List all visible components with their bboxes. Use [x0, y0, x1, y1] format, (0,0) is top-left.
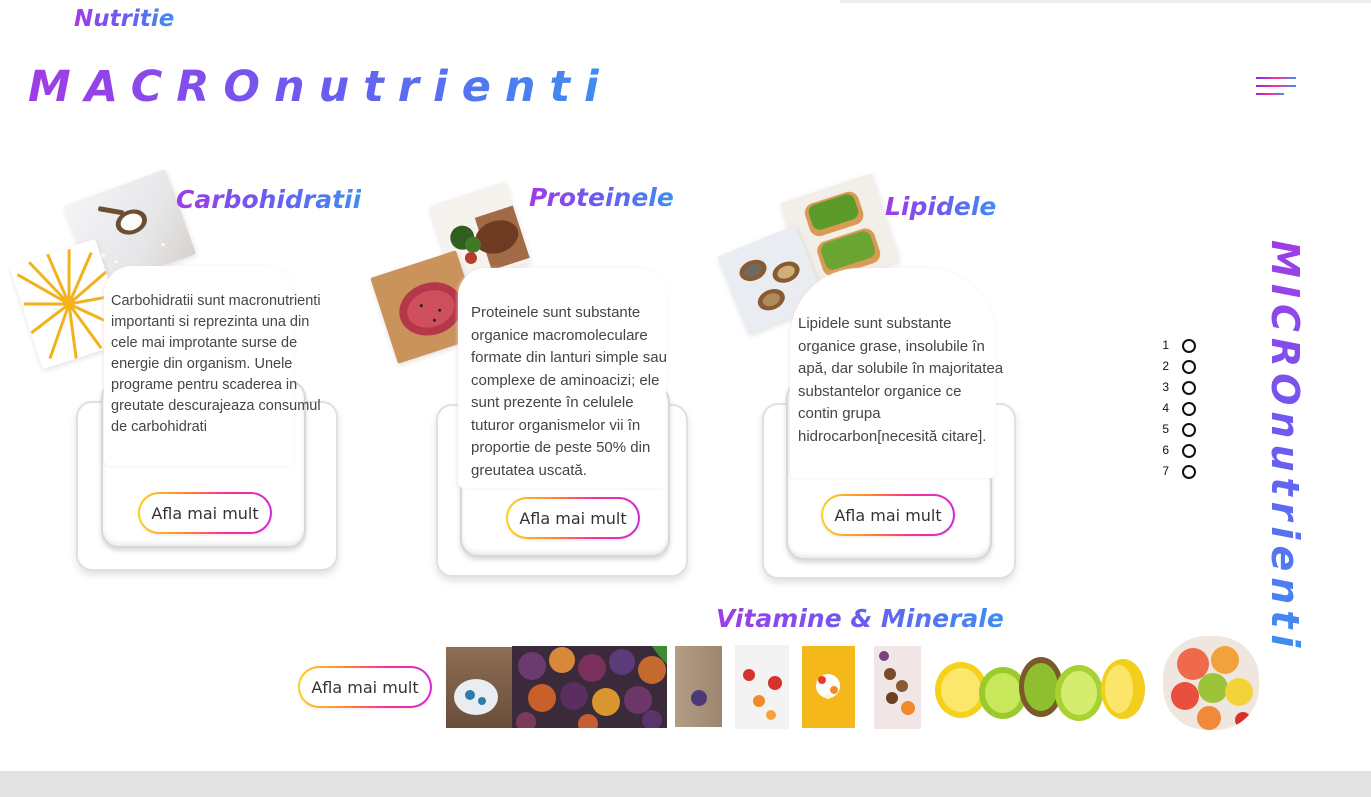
pager-item[interactable]: 1 — [1155, 336, 1205, 357]
top-divider — [840, 0, 1371, 3]
plums-image — [512, 646, 667, 728]
pager-dot-icon[interactable] — [1182, 360, 1196, 374]
cloth-plums-image — [446, 647, 512, 728]
brand-logo[interactable]: Nutritie — [74, 6, 174, 32]
card-description: Proteinele sunt substante organice macro… — [471, 304, 667, 479]
pager-dot-icon[interactable] — [1182, 381, 1196, 395]
pills-image — [802, 646, 855, 728]
pager-dot-icon[interactable] — [1182, 339, 1196, 353]
citrus-slices-image — [1163, 636, 1259, 730]
nuts-fruit-image — [874, 646, 921, 729]
pager-number: 5 — [1162, 422, 1169, 436]
micronutrienti-title: MICROnutrienti — [1263, 240, 1307, 654]
footer-bar — [0, 771, 1371, 797]
pager-item[interactable]: 4 — [1155, 399, 1205, 420]
card-title: Proteinele — [529, 183, 674, 212]
vertical-section-title: MICROnutrienti — [1263, 240, 1307, 654]
learn-more-button[interactable]: Afla mai mult — [138, 492, 272, 534]
pager-number: 4 — [1162, 401, 1169, 415]
learn-more-button[interactable]: Afla mai mult — [821, 494, 955, 536]
card-title: Lipidele — [885, 192, 997, 221]
pager-number: 3 — [1162, 380, 1169, 394]
pager-dot-icon[interactable] — [1182, 465, 1196, 479]
pager-number: 7 — [1162, 464, 1169, 478]
strawberries-image — [735, 645, 789, 729]
page: Nutritie MACROnutrienti Carbohidratii Ca… — [0, 0, 1371, 797]
card-description: Carbohidratii sunt macronutrienti import… — [111, 293, 321, 435]
pager-item[interactable]: 7 — [1155, 462, 1205, 483]
vitamins-learn-more-button[interactable]: Afla mai mult — [298, 666, 432, 708]
hamburger-menu-icon[interactable] — [1256, 77, 1298, 101]
card-title: Carbohidratii — [176, 185, 362, 214]
pager-item[interactable]: 6 — [1155, 441, 1205, 462]
pager-dot-icon[interactable] — [1182, 402, 1196, 416]
single-plum-image — [675, 646, 722, 727]
pager-item[interactable]: 3 — [1155, 378, 1205, 399]
pager-item[interactable]: 2 — [1155, 357, 1205, 378]
pager-dot-icon[interactable] — [1182, 444, 1196, 458]
pager-item[interactable]: 5 — [1155, 420, 1205, 441]
page-title: MACROnutrienti — [28, 62, 613, 112]
pager-number: 6 — [1162, 443, 1169, 457]
learn-more-button[interactable]: Afla mai mult — [506, 497, 640, 539]
pager-number: 2 — [1162, 359, 1169, 373]
pager-number: 1 — [1162, 338, 1169, 352]
pager-dot-icon[interactable] — [1182, 423, 1196, 437]
card-description: Lipidele sunt substante organice grase, … — [798, 315, 1004, 445]
lemons-kiwi-image — [933, 645, 1145, 730]
vitamins-title: Vitamine & Minerale — [716, 604, 1004, 633]
page-indicator: 1 2 3 4 5 6 7 — [1155, 336, 1205, 483]
